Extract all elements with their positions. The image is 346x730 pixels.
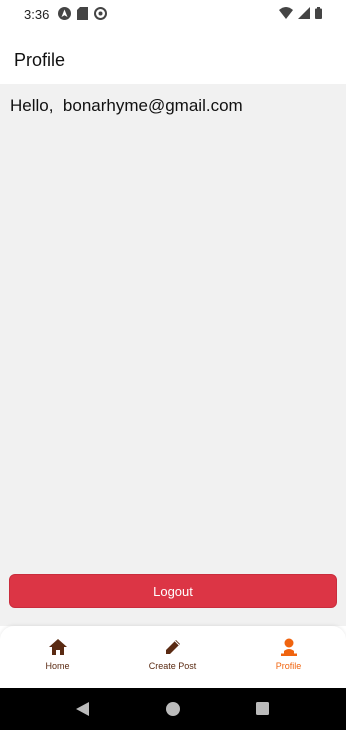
page-title: Profile [14, 50, 66, 70]
app-bar: Profile [0, 30, 346, 84]
recents-icon[interactable] [256, 702, 269, 720]
home-icon [48, 638, 67, 656]
sd-card-icon [77, 7, 88, 20]
back-icon[interactable] [76, 702, 89, 721]
nav-item-home[interactable]: Home [0, 626, 115, 688]
nav-label-create-post: Create Post [148, 661, 197, 671]
status-right-icons [279, 7, 322, 19]
cell-signal-icon [298, 7, 310, 19]
logout-button-label: Logout [153, 583, 193, 599]
nav-label-profile: Profile [275, 661, 302, 671]
nav-item-profile[interactable]: Profile [231, 626, 346, 688]
system-nav-bar [0, 688, 346, 730]
sync-icon [94, 7, 107, 20]
nav-label-home: Home [45, 661, 70, 671]
status-bar: 3:36 [0, 0, 346, 30]
home-circle-icon[interactable] [166, 702, 180, 721]
status-time: 3:36 [24, 7, 50, 22]
bottom-nav: Home Create Post Profile [0, 626, 346, 688]
wifi-icon [279, 7, 293, 19]
status-left-icons [58, 7, 107, 20]
navigation-icon [58, 7, 71, 20]
logout-button[interactable]: Logout [9, 574, 337, 608]
nav-item-create-post[interactable]: Create Post [115, 626, 230, 688]
battery-icon [315, 7, 322, 19]
greeting-text: Hello, bonarhyme@gmail.com [10, 96, 243, 115]
profile-content: Hello, bonarhyme@gmail.com Logout [0, 84, 346, 626]
person-icon [280, 638, 298, 656]
pencil-icon [165, 638, 181, 656]
